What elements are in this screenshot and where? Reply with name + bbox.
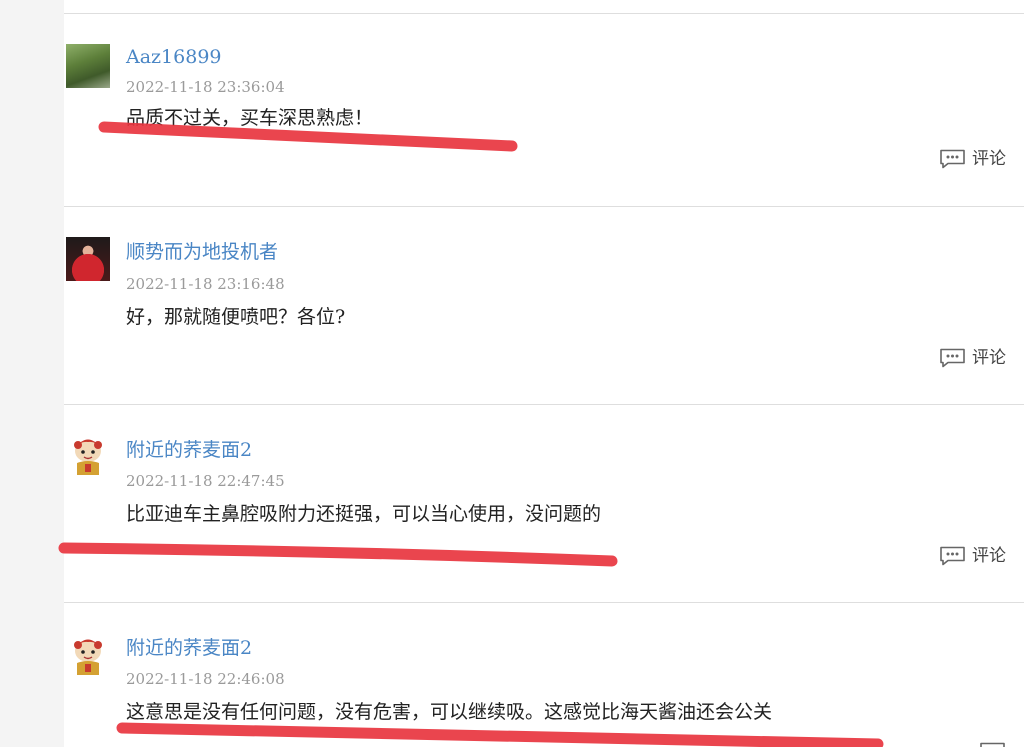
comment-username[interactable]: Aaz16899 xyxy=(126,48,222,67)
comment-item: Aaz16899 2022-11-18 23:36:04 品质不过关，买车深思熟… xyxy=(64,14,1024,206)
comment-bubble-icon xyxy=(940,546,965,566)
comment-reply-button[interactable]: 评论 xyxy=(939,348,1006,368)
cartoon-doll-icon xyxy=(74,439,102,475)
comment-text: 比亚迪车主鼻腔吸附力还挺强，可以当心使用，没问题的 xyxy=(126,503,602,525)
comment-timestamp: 2022-11-18 23:16:48 xyxy=(126,275,285,293)
comment-timestamp: 2022-11-18 22:47:45 xyxy=(126,472,285,490)
comment-item: 附近的荞麦面2 2022-11-18 22:46:08 这意思是没有任何问题，没… xyxy=(64,603,1024,747)
user-avatar[interactable] xyxy=(66,44,110,88)
comment-text: 好，那就随便喷吧？各位? xyxy=(126,306,346,328)
cartoon-doll-icon xyxy=(74,639,102,675)
comment-timestamp: 2022-11-18 22:46:08 xyxy=(126,670,285,688)
comment-username[interactable]: 顺势而为地投机者 xyxy=(126,243,278,262)
user-avatar[interactable] xyxy=(66,433,110,477)
comment-reply-button[interactable]: 评论 xyxy=(939,546,1006,566)
comment-reply-button[interactable] xyxy=(979,742,1006,747)
comment-bubble-icon xyxy=(980,742,1005,747)
comment-text: 这意思是没有任何问题，没有危害，可以继续吸。这感觉比海天酱油还会公关 xyxy=(126,701,773,723)
user-avatar[interactable] xyxy=(66,237,110,281)
reply-label: 评论 xyxy=(972,148,1006,169)
comment-item: 附近的荞麦面2 2022-11-18 22:47:45 比亚迪车主鼻腔吸附力还挺… xyxy=(64,405,1024,602)
comment-username[interactable]: 附近的荞麦面2 xyxy=(126,441,252,460)
user-avatar[interactable] xyxy=(66,633,110,677)
comment-text: 品质不过关，买车深思熟虑！ xyxy=(126,107,374,129)
reply-label: 评论 xyxy=(972,347,1006,368)
comment-bubble-icon xyxy=(940,348,965,368)
comment-item: 顺势而为地投机者 2022-11-18 23:16:48 好，那就随便喷吧？各位… xyxy=(64,207,1024,404)
comment-bubble-icon xyxy=(940,149,965,169)
left-page-margin xyxy=(0,0,64,747)
comment-username[interactable]: 附近的荞麦面2 xyxy=(126,639,252,658)
reply-label: 评论 xyxy=(972,545,1006,566)
comment-list: Aaz16899 2022-11-18 23:36:04 品质不过关，买车深思熟… xyxy=(58,0,1024,747)
comment-timestamp: 2022-11-18 23:36:04 xyxy=(126,78,285,96)
comment-reply-button[interactable]: 评论 xyxy=(939,149,1006,169)
